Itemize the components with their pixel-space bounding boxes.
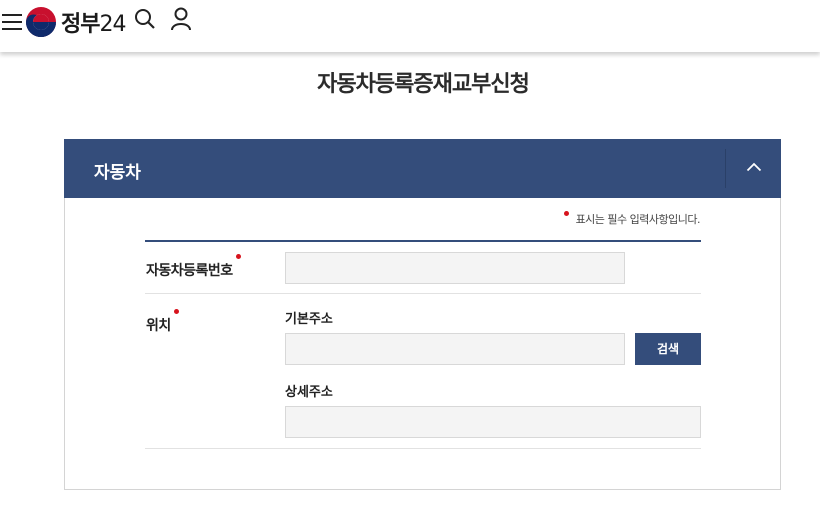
row-divider [145,293,701,294]
required-dot-icon [173,309,179,314]
logo-text: 정부24 [61,12,126,37]
detail-address-input[interactable] [285,406,701,438]
detail-address-label: 상세주소 [285,385,333,400]
user-icon[interactable] [170,7,192,31]
collapse-button[interactable] [726,139,781,198]
registration-number-label: 자동차등록번호 [146,254,241,280]
panel-title: 자동차 [94,163,141,183]
required-dot-icon [563,211,569,216]
vehicle-panel: 자동차 표시는 필수 입력사항입니다. 자동차등록번호 위치 기본주소 검색 상… [64,139,781,490]
required-note: 표시는 필수 입력사항입니다. [563,211,701,227]
basic-address-label: 기본주소 [285,312,333,327]
search-icon[interactable] [134,8,156,30]
address-search-button[interactable]: 검색 [635,333,701,365]
location-label: 위치 [146,309,179,335]
registration-number-input[interactable] [285,252,625,284]
top-header: 정부24 [0,0,820,52]
form-top-border [145,240,701,242]
required-dot-icon [235,254,241,259]
basic-address-input[interactable] [285,333,625,365]
chevron-up-icon [746,162,762,172]
hamburger-menu-icon[interactable] [2,12,22,30]
row-divider [145,448,701,449]
gov24-logo[interactable]: 정부24 [25,6,126,38]
taegeuk-logo-icon [26,7,56,38]
page-title: 자동차등록증재교부신청 [317,72,530,97]
panel-header: 자동차 [64,139,781,198]
